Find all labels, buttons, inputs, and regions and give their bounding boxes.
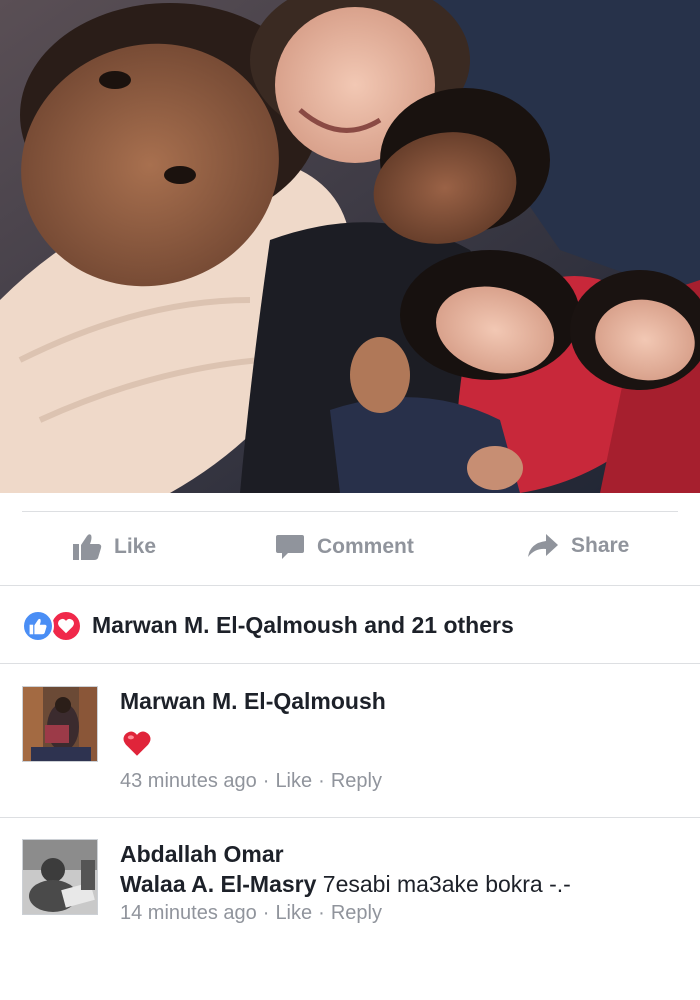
comment-mention[interactable]: Walaa A. El-Masry	[120, 871, 316, 897]
comment-text: Walaa A. El-Masry 7esabi ma3ake bokra -.…	[120, 869, 682, 899]
share-button-label: Share	[571, 534, 630, 557]
comment-reply-link[interactable]: Reply	[331, 899, 382, 927]
meta-separator: ·	[262, 770, 270, 792]
avatar[interactable]	[22, 839, 98, 915]
comment-button-label: Comment	[317, 535, 414, 558]
photo-image	[0, 0, 700, 493]
post-action-bar: Like Comment Share	[0, 515, 700, 581]
comment-timestamp: 43 minutes ago	[120, 770, 257, 792]
comment-message: 7esabi ma3ake bokra -.-	[316, 871, 571, 897]
comment-like-link[interactable]: Like	[275, 767, 312, 795]
comment-meta: 43 minutes ago · Like · Reply	[120, 767, 682, 795]
comment-body: Marwan M. El-Qalmoush 43 minutes ago · L…	[120, 686, 682, 795]
meta-separator: ·	[318, 902, 325, 924]
comment-author[interactable]: Abdallah Omar	[120, 839, 682, 869]
meta-separator: ·	[262, 902, 270, 924]
reactions-summary[interactable]: Marwan M. El-Qalmoush and 21 others	[22, 605, 514, 645]
comment-reply-link[interactable]: Reply	[331, 767, 382, 795]
commenter-avatar-image	[23, 687, 97, 761]
actions-divider	[0, 585, 700, 586]
reaction-icons	[22, 608, 86, 642]
photo-divider	[22, 511, 678, 512]
share-arrow-icon	[528, 534, 558, 557]
avatar[interactable]	[22, 686, 98, 762]
share-button[interactable]: Share	[527, 533, 629, 559]
comments-divider	[0, 817, 700, 818]
reactions-summary-text: Marwan M. El-Qalmoush and 21 others	[92, 611, 514, 638]
like-button[interactable]: Like	[72, 533, 156, 561]
post-photo[interactable]	[0, 0, 700, 493]
comment-button[interactable]: Comment	[275, 533, 414, 561]
like-button-label: Like	[114, 535, 157, 558]
comment-author[interactable]: Marwan M. El-Qalmoush	[120, 686, 682, 716]
thumbs-up-icon	[73, 534, 102, 560]
comment-body: Abdallah Omar Walaa A. El-Masry 7esabi m…	[120, 839, 682, 927]
red-heart-emoji-icon	[123, 731, 151, 756]
comment-like-link[interactable]: Like	[275, 899, 312, 927]
comment-meta: 14 minutes ago · Like · Reply	[120, 899, 682, 927]
comment-bubble-icon	[276, 535, 304, 559]
meta-separator: ·	[318, 770, 325, 792]
like-reaction-icon	[22, 610, 54, 642]
love-reaction-icon	[50, 610, 82, 642]
commenter-avatar-image	[23, 840, 97, 914]
reactions-divider	[0, 663, 700, 664]
comment-item: Marwan M. El-Qalmoush 43 minutes ago · L…	[22, 686, 682, 796]
comment-item: Abdallah Omar Walaa A. El-Masry 7esabi m…	[22, 839, 682, 939]
comment-timestamp: 14 minutes ago	[120, 902, 257, 924]
